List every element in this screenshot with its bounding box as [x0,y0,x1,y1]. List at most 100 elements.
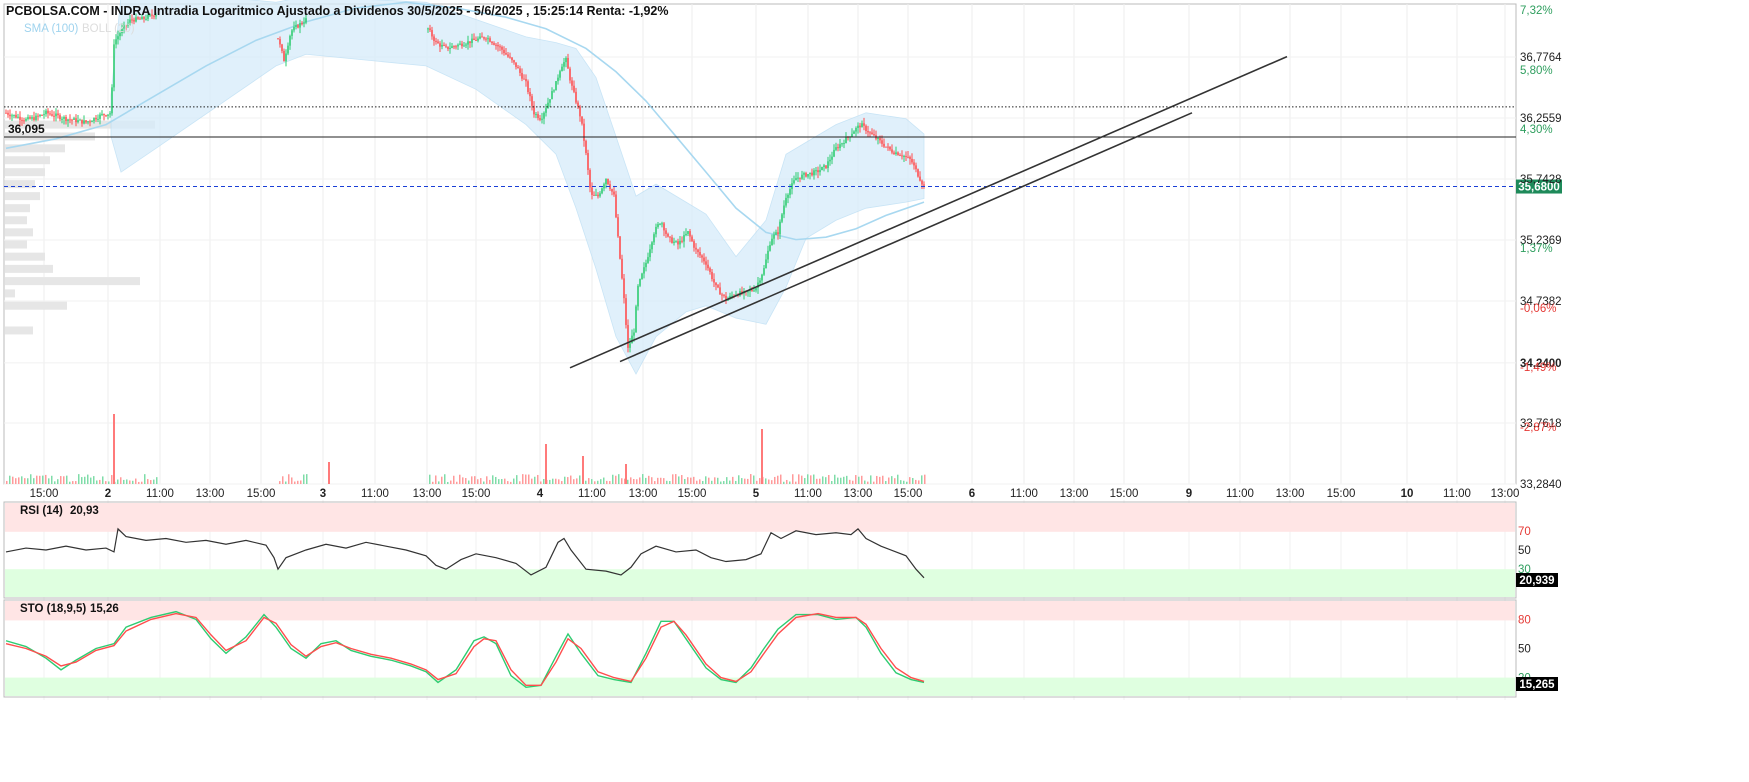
volume-bar [498,479,500,484]
volume-bar [639,477,641,484]
candle-body [29,117,31,119]
candle-body [773,234,775,239]
candle-body [115,39,117,45]
volume-bar [24,478,26,484]
volume-bar [906,481,908,484]
volume-bar [918,480,920,484]
candle-body [833,149,835,157]
volume-bar [57,479,59,484]
candle-body [651,242,653,250]
candle-body [55,113,57,117]
volume-bar [858,476,860,484]
candle-body [817,170,819,173]
time-tick-label: 11:00 [1226,488,1254,500]
volume-bar [144,474,146,484]
candle-body [305,18,307,23]
volume-bar [786,479,788,484]
candle-body [571,80,573,86]
volume-bar [777,475,779,484]
candle-body [43,114,45,116]
candle-body [111,87,113,114]
volume-bar [789,481,791,484]
candle-body [81,119,83,124]
candle-body [629,343,631,348]
rsi-tick-label: 70 [1518,526,1531,538]
candle-body [719,287,721,295]
candle-body [473,38,475,41]
candle-body [455,46,457,48]
candle-body [109,113,111,115]
volume-bar [63,476,65,484]
volume-bar [72,481,74,484]
rsi-panel: RSI (14) 20,9370503020,939 [3,501,1558,599]
volume-bar [462,477,464,484]
volume-spike [113,414,115,484]
candle-body [95,117,97,120]
candle-body [633,332,635,336]
volume-bar [153,479,155,484]
candle-body [599,193,601,197]
volume-bar [540,481,542,484]
candle-body [867,131,869,133]
volume-bar [141,481,143,484]
candle-body [701,255,703,258]
candle-body [851,133,853,137]
candle-body [551,91,553,100]
candle-body [865,125,867,132]
volume-bar [504,478,506,484]
candle-body [803,173,805,175]
candle-body [9,114,11,117]
volume-bar [579,475,581,484]
stock-chart[interactable]: 36,09535,6800 RSI (14) 20,9370503020,939 … [0,0,1749,782]
volume-bar [741,478,743,484]
candle-body [145,18,147,20]
candle-body [541,118,543,120]
volume-bar [735,480,737,484]
time-tick-label: 11:00 [1443,488,1471,500]
candle-body [613,191,615,195]
candle-body [489,38,491,42]
candle-body [843,143,845,145]
volume-bar [681,475,683,484]
candle-body [527,81,529,93]
candle-body [517,66,519,69]
sto-tag-label: 15,265 [1519,679,1555,691]
volume-bar [831,481,833,484]
candle-body [819,170,821,173]
volume-bar [519,481,521,484]
volume-bar [531,478,533,484]
rsi-overbought-zone [5,503,1515,532]
candle-body [525,78,527,82]
candle-body [589,169,591,188]
volume-bar [657,477,659,484]
volume-bar [810,475,812,484]
candle-body [839,144,841,149]
candle-body [65,116,67,122]
candle-body [493,43,495,45]
candle-body [783,205,785,215]
volume-bar [816,478,818,484]
volume-spike [582,456,584,484]
volume-bar [477,479,479,484]
volume-bar [627,479,629,484]
candle-body [15,114,17,118]
volume-bar [288,474,290,484]
volume-bar [705,476,707,484]
volume-bar [702,481,704,484]
candle-body [581,116,583,124]
candle-body [513,60,515,63]
volume-bar [903,480,905,484]
candle-body [567,57,569,69]
volume-bar [819,478,821,484]
volume-bar [81,477,83,484]
volume-bar [291,477,293,484]
volume-bar [102,476,104,484]
candle-body [35,115,37,120]
volume-bar [894,478,896,484]
volume-bar [822,476,824,484]
volume-bar [900,480,902,484]
profile-bar [5,216,27,225]
candle-body [483,37,485,39]
volume-bar [468,480,470,484]
volume-bar [6,480,8,484]
